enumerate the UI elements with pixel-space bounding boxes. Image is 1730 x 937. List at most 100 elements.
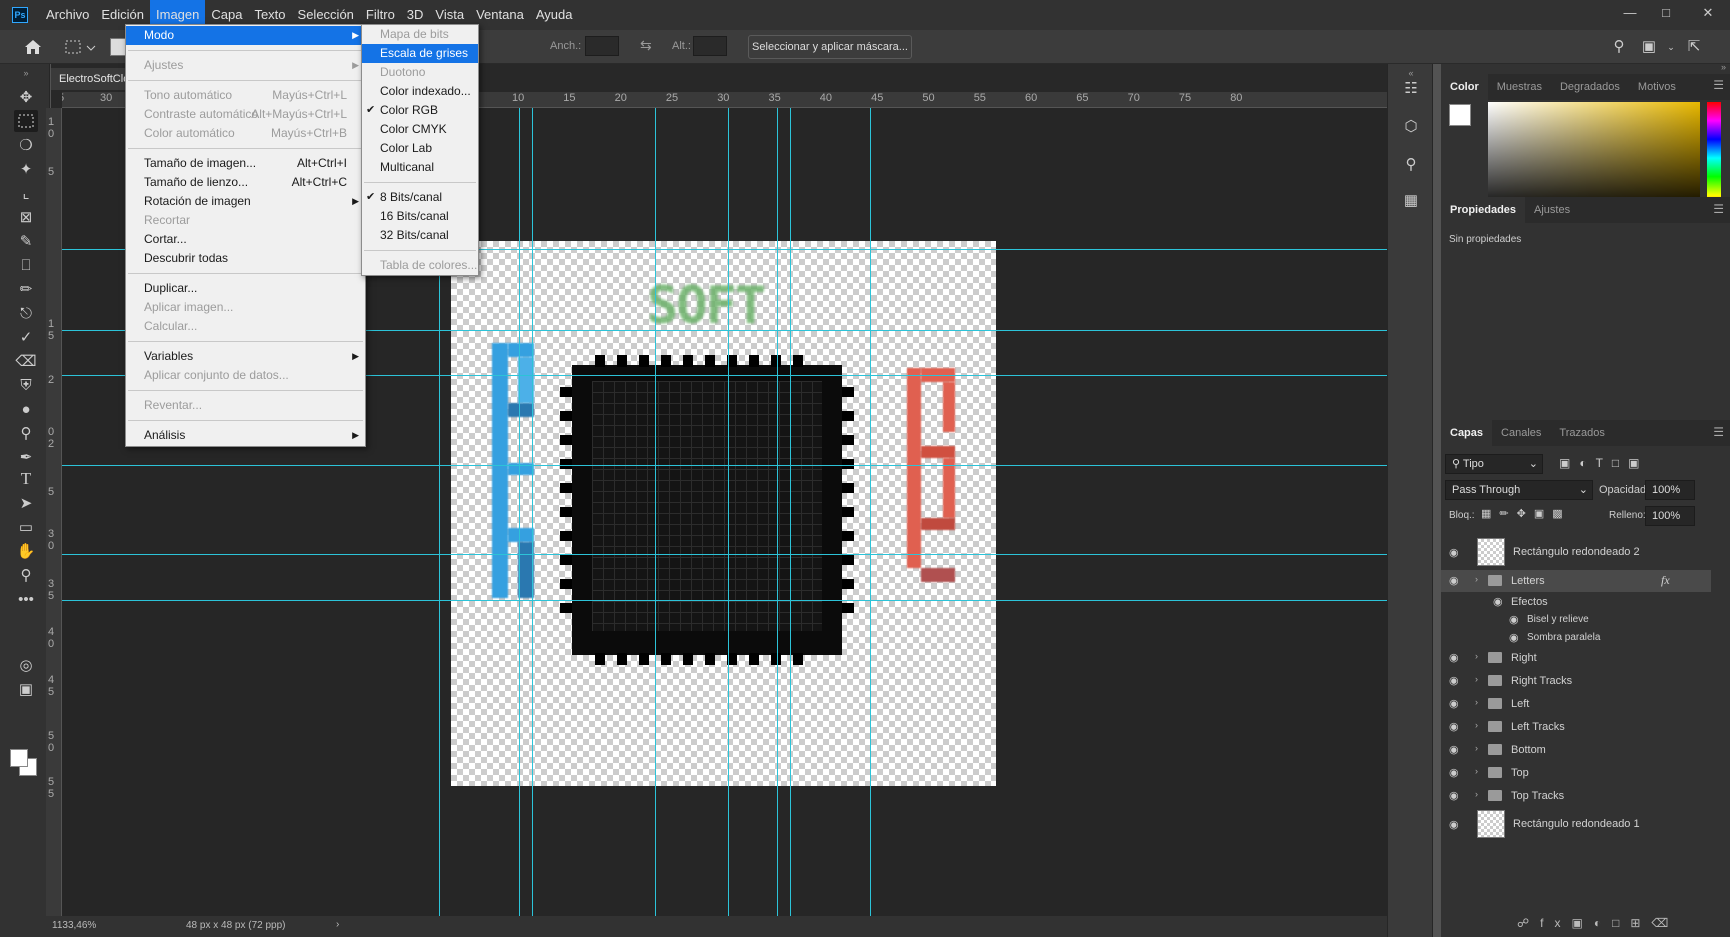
hand-tool-icon[interactable]: ✋ — [14, 540, 38, 562]
quick-mask-icon[interactable]: ◎ — [14, 654, 38, 676]
layer-filter-select[interactable]: ⚲ Tipo ⌄ — [1445, 454, 1543, 474]
frame-tool-icon[interactable]: ⊠ — [14, 206, 38, 228]
panel-menu-icon[interactable]: ☰ — [1713, 425, 1724, 439]
panel-tab[interactable]: Ajustes — [1525, 197, 1579, 223]
menu-item[interactable]: Tabla de colores... — [362, 256, 478, 275]
panel-tab[interactable]: Capas — [1441, 420, 1493, 446]
menu-item[interactable]: Tamaño de lienzo... Alt+Ctrl+C — [126, 173, 365, 192]
expand-arrow-icon[interactable]: › — [1475, 743, 1478, 753]
height-field[interactable] — [693, 36, 727, 56]
blur-tool-icon[interactable]: ● — [14, 398, 38, 420]
eye-icon[interactable]: ◉ — [1449, 651, 1459, 664]
layer-row[interactable]: ◉ › Top — [1441, 762, 1711, 784]
panel-tab[interactable]: Color — [1441, 74, 1488, 100]
menu-item[interactable]: Color automático Mayús+Ctrl+B — [126, 124, 365, 143]
menu-item[interactable]: Modo ▶ — [126, 26, 365, 45]
pen-tool-icon[interactable]: ✒ — [14, 446, 38, 468]
layer-row[interactable]: ◉ Efectos — [1441, 593, 1711, 611]
chevron-down-icon[interactable]: ⌄ — [1662, 38, 1680, 56]
menu-item[interactable]: 16 Bits/canal — [362, 207, 478, 226]
paint-bucket-icon[interactable]: ⛨ — [14, 374, 38, 396]
menu-item[interactable]: Duotono — [362, 63, 478, 82]
lasso-tool-icon[interactable]: ❍ — [14, 134, 38, 156]
home-icon[interactable] — [22, 36, 44, 58]
marquee-tool-icon[interactable] — [14, 110, 38, 132]
vertical-guide[interactable] — [655, 108, 656, 916]
magic-wand-icon[interactable]: ✦ — [14, 158, 38, 180]
share-icon[interactable]: ⇱ — [1685, 38, 1703, 56]
menu-item[interactable]: Color CMYK — [362, 120, 478, 139]
menu-ventana[interactable]: Ventana — [470, 0, 530, 30]
vertical-guide[interactable] — [870, 108, 871, 916]
horizontal-guide[interactable] — [62, 554, 1387, 555]
menu-item[interactable]: ✔ 8 Bits/canal — [362, 188, 478, 207]
eye-icon[interactable]: ◉ — [1449, 743, 1459, 756]
photoshop-logo-icon[interactable]: Ps — [12, 7, 28, 23]
eye-icon[interactable]: ◉ — [1449, 546, 1459, 559]
select-and-mask-button[interactable]: Seleccionar y aplicar máscara... — [748, 35, 912, 59]
minimize-icon[interactable]: — — [1612, 0, 1648, 26]
menu-item[interactable]: Aplicar conjunto de datos... — [126, 366, 365, 385]
fill-field[interactable]: 100% — [1645, 506, 1695, 526]
eye-icon[interactable]: ◉ — [1509, 631, 1519, 644]
expand-arrow-icon[interactable]: › — [1475, 789, 1478, 799]
foreground-color-swatch[interactable] — [10, 749, 28, 767]
expand-arrow-icon[interactable]: › — [1475, 697, 1478, 707]
menu-item[interactable]: Contraste automático Alt+Mayús+Ctrl+L — [126, 105, 365, 124]
stamp-tool-icon[interactable]: ⎋ — [14, 302, 38, 324]
dodge-tool-icon[interactable]: ⚲ — [14, 422, 38, 444]
eyedropper-icon[interactable]: ✎ — [14, 230, 38, 252]
workspace-icon[interactable]: ▣ — [1640, 38, 1658, 56]
learn-bulb-icon[interactable]: ⚲ — [1400, 154, 1422, 176]
libraries-icon[interactable]: ▦ — [1400, 190, 1422, 212]
panel-tab[interactable]: Propiedades — [1441, 197, 1526, 223]
menu-item[interactable]: Escala de grises — [362, 44, 478, 63]
foreground-swatch[interactable] — [1449, 104, 1471, 126]
layer-row[interactable]: ◉ Rectángulo redondeado 2 — [1441, 536, 1711, 568]
zoom-tool-icon[interactable]: ⚲ — [14, 564, 38, 586]
eye-icon[interactable]: ◉ — [1449, 697, 1459, 710]
menu-item[interactable]: Reventar... — [126, 396, 365, 415]
layer-row[interactable]: ◉ › Left Tracks — [1441, 716, 1711, 738]
layer-filter-icons[interactable]: ▣◐T□▣ — [1559, 456, 1649, 470]
history-icon[interactable]: ☷ — [1400, 78, 1422, 100]
panel-menu-icon[interactable]: ☰ — [1713, 202, 1724, 216]
menu-item[interactable]: Color Lab — [362, 139, 478, 158]
panel-tab[interactable]: Degradados — [1551, 74, 1629, 100]
menu-item[interactable]: Recortar — [126, 211, 365, 230]
menu-item[interactable]: 32 Bits/canal — [362, 226, 478, 245]
eraser-icon[interactable]: ⌫ — [14, 350, 38, 372]
eye-icon[interactable]: ◉ — [1449, 766, 1459, 779]
menu-item[interactable]: Rotación de imagen ▶ — [126, 192, 365, 211]
layer-row[interactable]: ◉ Bisel y relieve — [1441, 611, 1711, 629]
rectangle-tool-icon[interactable]: ▭ — [14, 516, 38, 538]
healing-brush-icon[interactable]: ⎕ — [14, 254, 38, 276]
vertical-guide[interactable] — [728, 108, 729, 916]
menu-item[interactable]: Tono automático Mayús+Ctrl+L — [126, 86, 365, 105]
menu-item[interactable]: Cortar... — [126, 230, 365, 249]
panel-tab[interactable]: Muestras — [1488, 74, 1551, 100]
zoom-level[interactable]: 1133,46% — [52, 920, 96, 931]
more-tools-icon[interactable]: ••• — [14, 588, 38, 610]
vertical-guide[interactable] — [519, 108, 520, 916]
eye-icon[interactable]: ◉ — [1493, 595, 1503, 608]
path-selection-icon[interactable]: ➤ — [14, 492, 38, 514]
layer-row[interactable]: ◉ Sombra paralela — [1441, 629, 1711, 647]
opacity-field[interactable]: 100% — [1645, 480, 1695, 500]
3d-cube-icon[interactable]: ⬡ — [1400, 116, 1422, 138]
menu-item[interactable]: Variables ▶ — [126, 347, 365, 366]
lock-icons[interactable]: ▦✏✥▣▩ — [1481, 507, 1571, 520]
collapse-arrows-icon[interactable]: » — [14, 62, 38, 84]
eye-icon[interactable]: ◉ — [1449, 674, 1459, 687]
menu-item[interactable]: ✔ Color RGB — [362, 101, 478, 120]
type-tool-icon[interactable]: T — [14, 468, 38, 490]
screen-mode-icon[interactable]: ▣ — [14, 678, 38, 700]
layer-row[interactable]: ◉ › Bottom — [1441, 739, 1711, 761]
eye-icon[interactable]: ◉ — [1449, 818, 1459, 831]
vertical-guide[interactable] — [790, 108, 791, 916]
menu-item[interactable]: Análisis ▶ — [126, 426, 365, 445]
horizontal-guide[interactable] — [62, 465, 1387, 466]
expand-arrow-icon[interactable]: › — [1475, 766, 1478, 776]
menu-item[interactable]: Mapa de bits — [362, 25, 478, 44]
layer-bottom-icons[interactable]: ☍fx▣◐□⊞⌫ — [1517, 916, 1679, 930]
